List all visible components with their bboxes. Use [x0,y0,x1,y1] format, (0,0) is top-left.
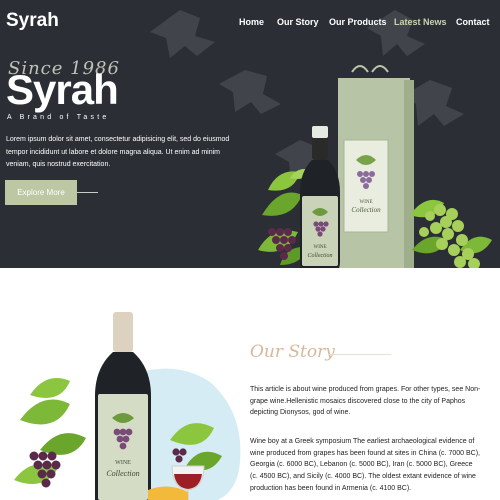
svg-text:WINE: WINE [313,245,326,250]
story-wine-bottle-icon: WINE Collection [95,312,151,500]
grapes-right-icon [419,204,480,268]
story-paragraph-2: Wine boy at a Greek symposium The earlie… [250,438,480,492]
svg-text:Collection: Collection [351,206,381,214]
svg-text:Collection: Collection [106,469,139,478]
story-title: Our Story [250,342,335,362]
svg-text:WINE: WINE [115,460,131,466]
svg-text:Collection: Collection [308,253,333,259]
wine-gift-bag-icon: WINE Collection [338,65,414,268]
story-product-illustration: WINE Collection [14,312,241,500]
story-paragraph-1: This article is about wine produced from… [250,386,481,417]
story-title-line [329,354,391,355]
svg-text:WINE: WINE [359,200,372,205]
wine-bottle-icon: WINE Collection [300,126,340,268]
